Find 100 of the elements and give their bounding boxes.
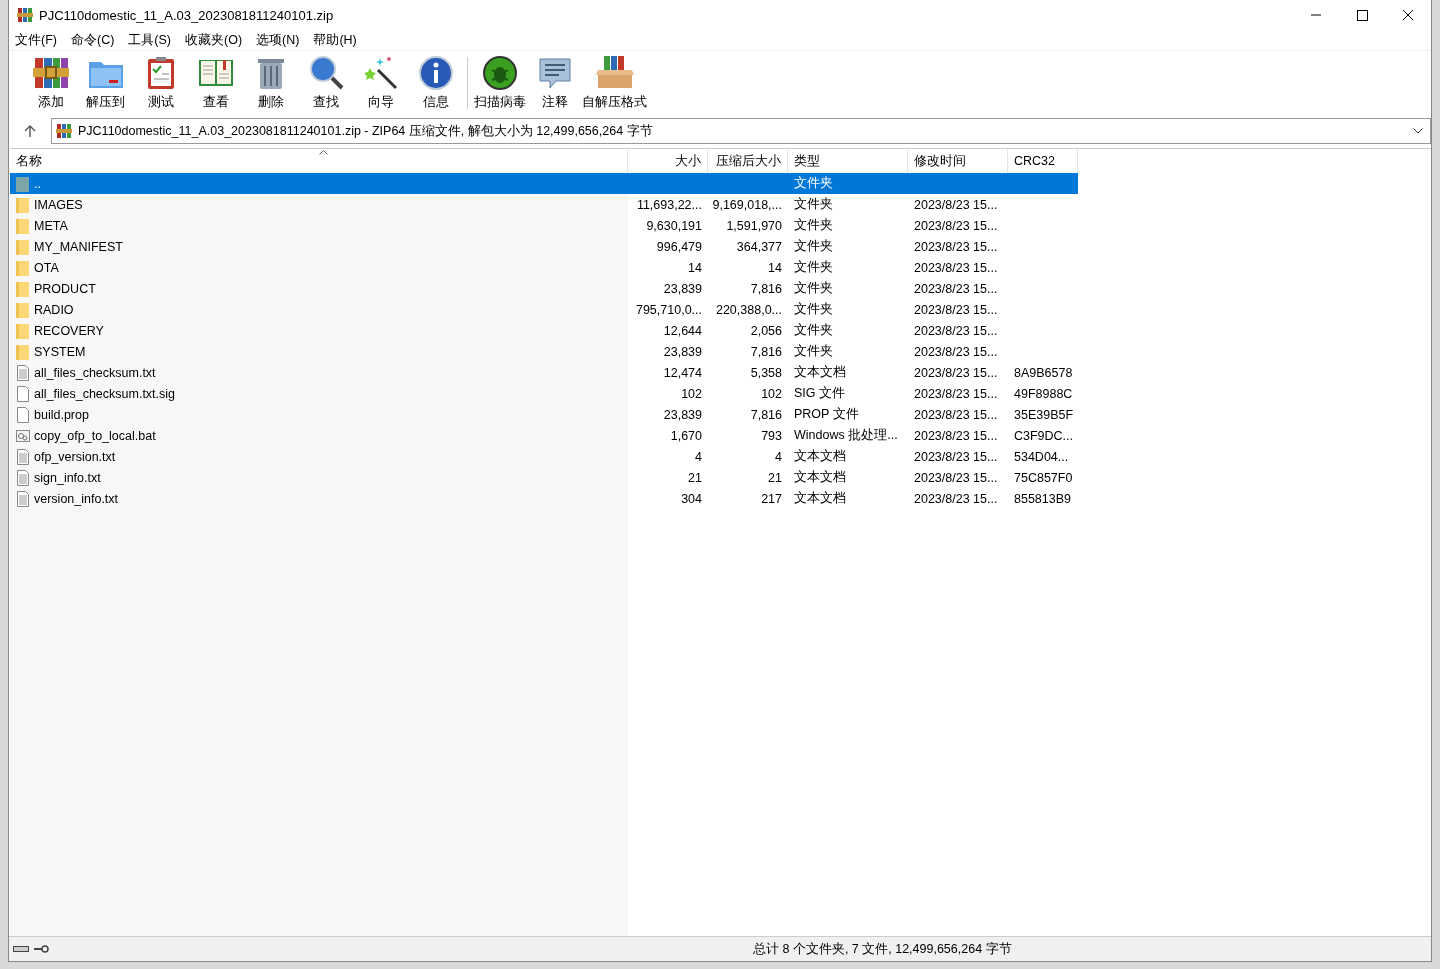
table-cell: 2023/8/23 15... — [914, 365, 998, 380]
table-cell: 文本文档 — [794, 364, 846, 381]
table-cell: 文件夹 — [794, 196, 833, 213]
table-cell: 23,839 — [663, 281, 702, 296]
file-name: all_files_checksum.txt — [34, 365, 156, 380]
file-row[interactable]: all_files_checksum.txt.sig 102 102 SIG 文件 2023/8/23 15... 49F8988C — [10, 383, 1078, 404]
toolbar-button[interactable]: 扫描病毒 — [472, 54, 527, 111]
file-row[interactable]: OTA 14 14 文件夹 2023/8/23 15... — [10, 257, 1078, 278]
file-name: SYSTEM — [34, 344, 86, 359]
table-cell: 855813B9 — [1014, 491, 1071, 506]
table-cell: 7,816 — [750, 281, 782, 296]
table-cell: 102 — [761, 386, 782, 401]
toolbar-button[interactable]: 自解压格式 — [582, 54, 647, 111]
books-icon — [56, 123, 72, 139]
table-cell: Windows 批处理... — [794, 427, 898, 444]
file-row[interactable]: sign_info.txt 21 21 文本文档 2023/8/23 15... 75C857F0 — [10, 467, 1078, 488]
file-row[interactable]: build.prop 23,839 7,816 PROP 文件 2023/8/23 15... 35E39B5F — [10, 404, 1078, 425]
table-cell: 2023/8/23 15... — [914, 218, 998, 233]
table-cell: 12,644 — [663, 323, 702, 338]
table-cell: 文件夹 — [794, 280, 833, 297]
table-cell: 49F8988C — [1014, 386, 1073, 401]
menu-item[interactable]: 帮助(H) — [313, 31, 357, 49]
bug-icon — [480, 54, 519, 92]
table-cell: C3F9DC... — [1014, 428, 1074, 443]
address-field[interactable]: PJC110domestic_11_A.03_2023081811240101.zip - ZIP64 压缩文件, 解包大小为 12,499,656,264 字节 — [51, 118, 1431, 144]
table-cell: 2023/8/23 15... — [914, 281, 998, 296]
file-row[interactable]: .. 文件夹 — [10, 173, 1078, 194]
file-row[interactable]: IMAGES 11,693,22... 9,169,018,... 文件夹 2023/8/23 15... — [10, 194, 1078, 215]
toolbar-button[interactable]: 向导 — [353, 54, 408, 111]
toolbar-button[interactable]: 查看 — [188, 54, 243, 111]
table-cell: 5,358 — [750, 365, 782, 380]
table-cell: 2023/8/23 15... — [914, 197, 998, 212]
menu-item[interactable]: 文件(F) — [15, 31, 57, 49]
menu-item[interactable]: 收藏夹(O) — [185, 31, 243, 49]
file-name: ofp_version.txt — [34, 449, 116, 464]
file-name: META — [34, 218, 68, 233]
table-cell: 364,377 — [736, 239, 782, 254]
table-cell: 2023/8/23 15... — [914, 491, 998, 506]
table-cell: 304 — [681, 491, 702, 506]
table-cell: 2023/8/23 15... — [914, 239, 998, 254]
table-cell: 14 — [768, 260, 782, 275]
file-icon — [16, 406, 30, 423]
text-file-icon — [16, 469, 30, 486]
window-title: PJC110domestic_11_A.03_2023081811240101.zip — [39, 7, 335, 23]
gear-file-icon — [16, 427, 30, 444]
file-name: PRODUCT — [34, 281, 96, 296]
table-cell: 102 — [681, 386, 702, 401]
table-cell: 8A9B6578 — [1014, 365, 1073, 380]
file-name: .. — [34, 176, 41, 191]
table-cell: 2023/8/23 15... — [914, 449, 998, 464]
toolbar-button[interactable]: 注释 — [527, 54, 582, 111]
file-name: RADIO — [34, 302, 74, 317]
toolbar-button[interactable]: 测试 — [133, 54, 188, 111]
table-cell: 2023/8/23 15... — [914, 302, 998, 317]
toolbar-button[interactable]: 信息 — [408, 54, 463, 111]
file-row[interactable]: version_info.txt 304 217 文本文档 2023/8/23 15... 855813B9 — [10, 488, 1078, 509]
file-row[interactable]: RECOVERY 12,644 2,056 文件夹 2023/8/23 15... — [10, 320, 1078, 341]
file-row[interactable]: copy_ofp_to_local.bat 1,670 793 Windows 批处理... 2023/8/23 15... C3F9DC... — [10, 425, 1078, 446]
file-row[interactable]: all_files_checksum.txt 12,474 5,358 文本文档 2023/8/23 15... 8A9B6578 — [10, 362, 1078, 383]
text-file-icon — [16, 490, 30, 507]
toolbar-button[interactable]: 查找 — [298, 54, 353, 111]
file-row[interactable]: MY_MANIFEST 996,479 364,377 文件夹 2023/8/23 15... — [10, 236, 1078, 257]
up-arrow-icon[interactable] — [23, 124, 37, 138]
table-cell: 23,839 — [663, 344, 702, 359]
table-cell: 文本文档 — [794, 448, 846, 465]
table-cell: 文件夹 — [794, 322, 833, 339]
table-cell: 217 — [761, 491, 782, 506]
table-cell: SIG 文件 — [794, 385, 845, 402]
file-row[interactable]: ofp_version.txt 4 4 文本文档 2023/8/23 15... 534D04... — [10, 446, 1078, 467]
table-cell: 35E39B5F — [1014, 407, 1074, 422]
chevron-down-icon[interactable] — [1413, 128, 1423, 134]
status-text: 总计 8 个文件夹, 7 文件, 12,499,656,264 字节 — [753, 940, 1012, 958]
file-row[interactable]: SYSTEM 23,839 7,816 文件夹 2023/8/23 15... — [10, 341, 1078, 362]
table-cell: 2023/8/23 15... — [914, 407, 998, 422]
table-cell: 21 — [688, 470, 702, 485]
menu-item[interactable]: 命令(C) — [70, 31, 115, 49]
toolbar-button[interactable]: 解压到 — [78, 54, 133, 111]
table-cell: 75C857F0 — [1014, 470, 1073, 485]
books-icon — [17, 7, 33, 23]
table-cell: 文本文档 — [794, 490, 846, 507]
table-cell: 2,056 — [750, 323, 782, 338]
toolbar-button[interactable]: 添加 — [23, 54, 78, 111]
table-cell: 4 — [775, 449, 782, 464]
table-cell: 21 — [768, 470, 782, 485]
file-row[interactable]: RADIO 795,710,0... 220,388,0... 文件夹 2023/8/23 15... — [10, 299, 1078, 320]
sort-ascending-icon — [318, 150, 328, 155]
file-name: all_files_checksum.txt.sig — [34, 386, 176, 401]
file-row[interactable]: META 9,630,191 1,591,970 文件夹 2023/8/23 15... — [10, 215, 1078, 236]
table-cell: 文件夹 — [794, 175, 833, 192]
table-cell: PROP 文件 — [794, 406, 859, 423]
table-cell: 2023/8/23 15... — [914, 260, 998, 275]
file-row[interactable]: PRODUCT 23,839 7,816 文件夹 2023/8/23 15... — [10, 278, 1078, 299]
table-cell: 文件夹 — [794, 343, 833, 360]
menu-item[interactable]: 选项(N) — [256, 31, 300, 49]
file-name: sign_info.txt — [34, 470, 101, 485]
toolbar-button[interactable]: 删除 — [243, 54, 298, 111]
table-cell: 文件夹 — [794, 301, 833, 318]
table-cell: 220,388,0... — [715, 302, 782, 317]
file-name: MY_MANIFEST — [34, 239, 123, 254]
menu-item[interactable]: 工具(S) — [128, 31, 171, 49]
